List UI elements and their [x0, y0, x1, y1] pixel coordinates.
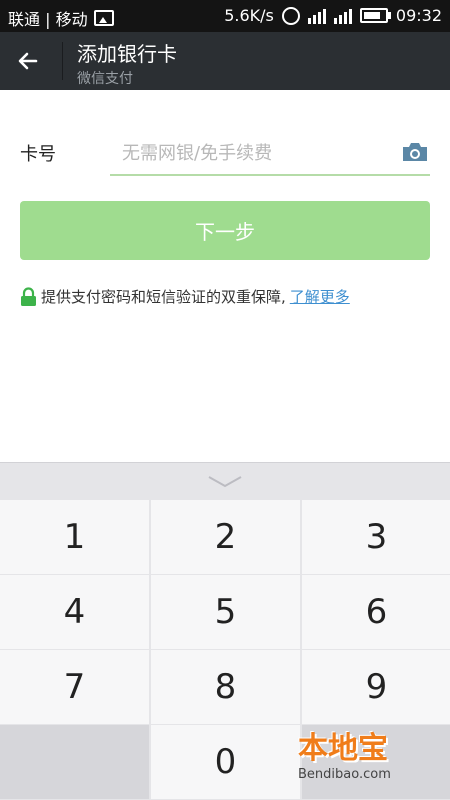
keypad-key-1[interactable]: 1 — [0, 500, 149, 574]
lock-icon — [21, 286, 36, 306]
keypad-key-6[interactable]: 6 — [302, 575, 450, 649]
status-bar: 联通 | 移动 5.6K/s 09:32 — [0, 0, 450, 32]
keypad-key-2[interactable]: 2 — [151, 500, 300, 574]
clock: 09:32 — [395, 6, 442, 25]
keypad-key-8[interactable]: 8 — [151, 650, 300, 724]
keypad-key-0[interactable]: 0 — [151, 725, 300, 799]
alarm-icon — [281, 6, 300, 25]
card-number-label: 卡号 — [20, 144, 56, 165]
page-title: 添加银行卡 — [77, 42, 177, 66]
app-bar: 添加银行卡 微信支付 — [0, 32, 450, 90]
page-subtitle: 微信支付 — [77, 71, 133, 87]
keypad-key-3[interactable]: 3 — [302, 500, 450, 574]
keypad-blank-key — [0, 725, 149, 799]
watermark-logo: 本地宝 Bendibao.com — [292, 723, 442, 791]
card-number-field-wrapper — [110, 132, 430, 176]
watermark-sub: Bendibao.com — [298, 767, 391, 782]
image-icon — [93, 10, 114, 26]
learn-more-link[interactable]: 了解更多 — [290, 286, 350, 307]
security-note: 提供支付密码和短信验证的双重保障, 了解更多 — [20, 286, 350, 307]
app-bar-divider — [62, 42, 63, 80]
status-right: 5.6K/s 09:32 — [224, 6, 442, 25]
watermark-main: 本地宝 — [298, 731, 388, 766]
chevron-down-icon — [208, 475, 242, 487]
keypad-key-7[interactable]: 7 — [0, 650, 149, 724]
battery-icon — [359, 8, 391, 23]
network-speed: 5.6K/s — [224, 6, 274, 25]
security-text: 提供支付密码和短信验证的双重保障, — [41, 288, 286, 306]
back-button[interactable] — [8, 41, 48, 81]
signal-icon — [307, 8, 326, 24]
back-arrow-icon — [18, 52, 38, 70]
carrier-label: 联通 | 移动 — [8, 10, 88, 29]
keypad-key-5[interactable]: 5 — [151, 575, 300, 649]
keypad-key-4[interactable]: 4 — [0, 575, 149, 649]
next-step-button[interactable]: 下一步 — [20, 201, 430, 260]
keypad-key-9[interactable]: 9 — [302, 650, 450, 724]
collapse-keyboard-button[interactable] — [0, 463, 450, 500]
signal-icon-2 — [333, 8, 352, 24]
card-number-input[interactable] — [120, 136, 394, 170]
status-left: 联通 | 移动 — [8, 6, 114, 30]
camera-icon — [403, 143, 427, 161]
scan-card-button[interactable] — [400, 138, 430, 166]
